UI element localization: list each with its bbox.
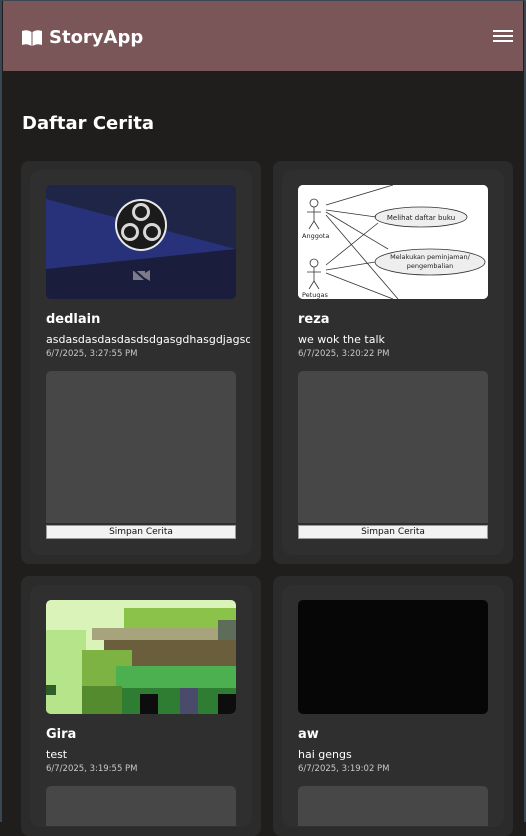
svg-text:pengembalian: pengembalian bbox=[407, 262, 454, 270]
story-date: 6/7/2025, 3:20:22 PM bbox=[298, 349, 390, 359]
hamburger-menu-button[interactable] bbox=[493, 27, 513, 45]
story-image[interactable] bbox=[46, 600, 236, 714]
save-story-button[interactable]: Simpan Cerita bbox=[46, 525, 236, 539]
story-image[interactable]: Melihat daftar buku Melakukan peminjaman… bbox=[298, 185, 488, 299]
story-date: 6/7/2025, 3:19:02 PM bbox=[298, 764, 390, 774]
story-map[interactable] bbox=[46, 786, 236, 826]
hamburger-icon bbox=[493, 30, 513, 32]
story-map[interactable] bbox=[298, 371, 488, 523]
story-map[interactable] bbox=[298, 786, 488, 826]
story-description: we wok the talk bbox=[298, 333, 385, 346]
story-author: dedlain bbox=[46, 312, 101, 327]
save-story-button[interactable]: Simpan Cerita bbox=[298, 525, 488, 539]
story-card: Melihat daftar buku Melakukan peminjaman… bbox=[273, 161, 513, 564]
svg-text:Petugas: Petugas bbox=[302, 291, 328, 299]
story-description: asdasdasdasdasdsdgasgdhasgdjagsd bbox=[46, 333, 250, 346]
page-title: Daftar Cerita bbox=[22, 113, 155, 134]
story-card: aw hai gengs 6/7/2025, 3:19:02 PM bbox=[273, 576, 513, 836]
story-date: 6/7/2025, 3:19:55 PM bbox=[46, 764, 138, 774]
svg-text:Melakukan peminjaman/: Melakukan peminjaman/ bbox=[390, 253, 471, 261]
book-icon bbox=[22, 29, 42, 46]
svg-text:Anggota: Anggota bbox=[302, 232, 329, 240]
story-author: aw bbox=[298, 727, 319, 742]
story-author: Gira bbox=[46, 727, 77, 742]
svg-text:Melihat daftar buku: Melihat daftar buku bbox=[387, 214, 455, 222]
story-author: reza bbox=[298, 312, 330, 327]
story-map[interactable] bbox=[46, 371, 236, 523]
app-header: StoryApp bbox=[3, 1, 523, 71]
story-description: test bbox=[46, 748, 68, 761]
story-card: Gira test 6/7/2025, 3:19:55 PM bbox=[21, 576, 261, 836]
story-image[interactable] bbox=[298, 600, 488, 714]
story-date: 6/7/2025, 3:27:55 PM bbox=[46, 349, 138, 359]
app-title: StoryApp bbox=[49, 27, 144, 48]
story-image[interactable] bbox=[46, 185, 236, 299]
brand[interactable]: StoryApp bbox=[21, 27, 143, 48]
story-card: dedlain asdasdasdasdasdsdgasgdhasgdjagsd… bbox=[21, 161, 261, 564]
story-description: hai gengs bbox=[298, 748, 352, 761]
